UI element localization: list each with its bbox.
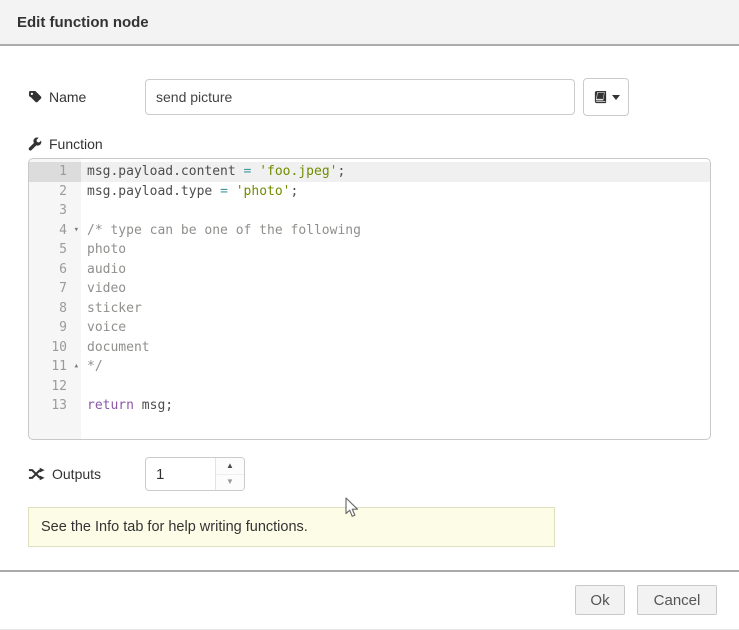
code-line[interactable]: 8sticker (29, 299, 710, 319)
code-line-text: photo (81, 240, 710, 260)
spinner-buttons: ▲ ▼ (215, 458, 244, 490)
code-line-text: document (81, 338, 710, 358)
code-line[interactable]: 2msg.payload.type = 'photo'; (29, 182, 710, 202)
code-line[interactable]: 4▾/* type can be one of the following (29, 221, 710, 241)
form-tip-text: See the Info tab for help writing functi… (41, 519, 308, 535)
code-line-text (81, 377, 710, 397)
outputs-spinner: ▲ ▼ (145, 457, 245, 491)
dialog-body: Name Function 1msg.payload.content = 'fo… (0, 78, 739, 547)
line-number: 12 (29, 377, 81, 397)
line-number: 9 (29, 318, 81, 338)
code-line[interactable]: 10document (29, 338, 710, 358)
line-number: 7 (29, 279, 81, 299)
line-number: 8 (29, 299, 81, 319)
code-line[interactable]: 7video (29, 279, 710, 299)
cancel-button[interactable]: Cancel (637, 585, 717, 615)
code-line[interactable]: 3 (29, 201, 710, 221)
function-label: Function (28, 136, 711, 152)
outputs-label-text: Outputs (52, 466, 101, 482)
code-line-text: /* type can be one of the following (81, 221, 710, 241)
fold-close-icon[interactable]: ▴ (74, 357, 79, 377)
form-tip: See the Info tab for help writing functi… (28, 507, 555, 547)
code-line[interactable]: 11▴*/ (29, 357, 710, 377)
dialog-title: Edit function node (17, 14, 149, 31)
shuffle-icon (28, 467, 45, 481)
line-number: 5 (29, 240, 81, 260)
line-number: 10 (29, 338, 81, 358)
outputs-row: Outputs ▲ ▼ (28, 457, 711, 491)
fold-open-icon[interactable]: ▾ (74, 221, 79, 241)
spinner-up-button[interactable]: ▲ (216, 458, 244, 475)
code-line-text: return msg; (81, 396, 710, 416)
edit-function-node-dialog: Edit function node Name Function 1msg.pa… (0, 0, 739, 630)
code-line[interactable]: 13return msg; (29, 396, 710, 416)
code-editor[interactable]: 1msg.payload.content = 'foo.jpeg';2msg.p… (28, 158, 711, 440)
code-line[interactable]: 1msg.payload.content = 'foo.jpeg'; (29, 162, 710, 182)
code-line-text: */ (81, 357, 710, 377)
ok-button[interactable]: Ok (575, 585, 625, 615)
dialog-footer: Ok Cancel (0, 572, 739, 615)
code-line[interactable]: 5photo (29, 240, 710, 260)
name-row: Name (28, 78, 711, 116)
outputs-label: Outputs (28, 466, 145, 482)
code-line-text: voice (81, 318, 710, 338)
line-number: 3 (29, 201, 81, 221)
book-icon (593, 90, 608, 105)
spinner-down-button[interactable]: ▼ (216, 475, 244, 491)
wrench-icon (28, 137, 42, 151)
outputs-input[interactable] (146, 458, 215, 490)
line-number: 6 (29, 260, 81, 280)
code-editor-lines: 1msg.payload.content = 'foo.jpeg';2msg.p… (29, 162, 710, 416)
code-line-text (81, 201, 710, 221)
name-input[interactable] (145, 79, 575, 115)
function-label-text: Function (49, 136, 103, 152)
code-line-text: sticker (81, 299, 710, 319)
library-button[interactable] (583, 78, 629, 116)
line-number: 2 (29, 182, 81, 202)
dialog-header: Edit function node (0, 0, 739, 46)
tag-icon (28, 90, 42, 104)
name-label: Name (28, 89, 145, 105)
code-line-text: audio (81, 260, 710, 280)
code-line[interactable]: 6audio (29, 260, 710, 280)
code-line[interactable]: 9voice (29, 318, 710, 338)
code-line-text: msg.payload.type = 'photo'; (81, 182, 710, 202)
line-number: 11▴ (29, 357, 81, 377)
line-number: 4▾ (29, 221, 81, 241)
line-number: 1 (29, 162, 81, 182)
caret-down-icon (612, 95, 620, 100)
code-line-text: video (81, 279, 710, 299)
code-line[interactable]: 12 (29, 377, 710, 397)
name-label-text: Name (49, 89, 86, 105)
line-number: 13 (29, 396, 81, 416)
code-line-text: msg.payload.content = 'foo.jpeg'; (81, 162, 710, 182)
